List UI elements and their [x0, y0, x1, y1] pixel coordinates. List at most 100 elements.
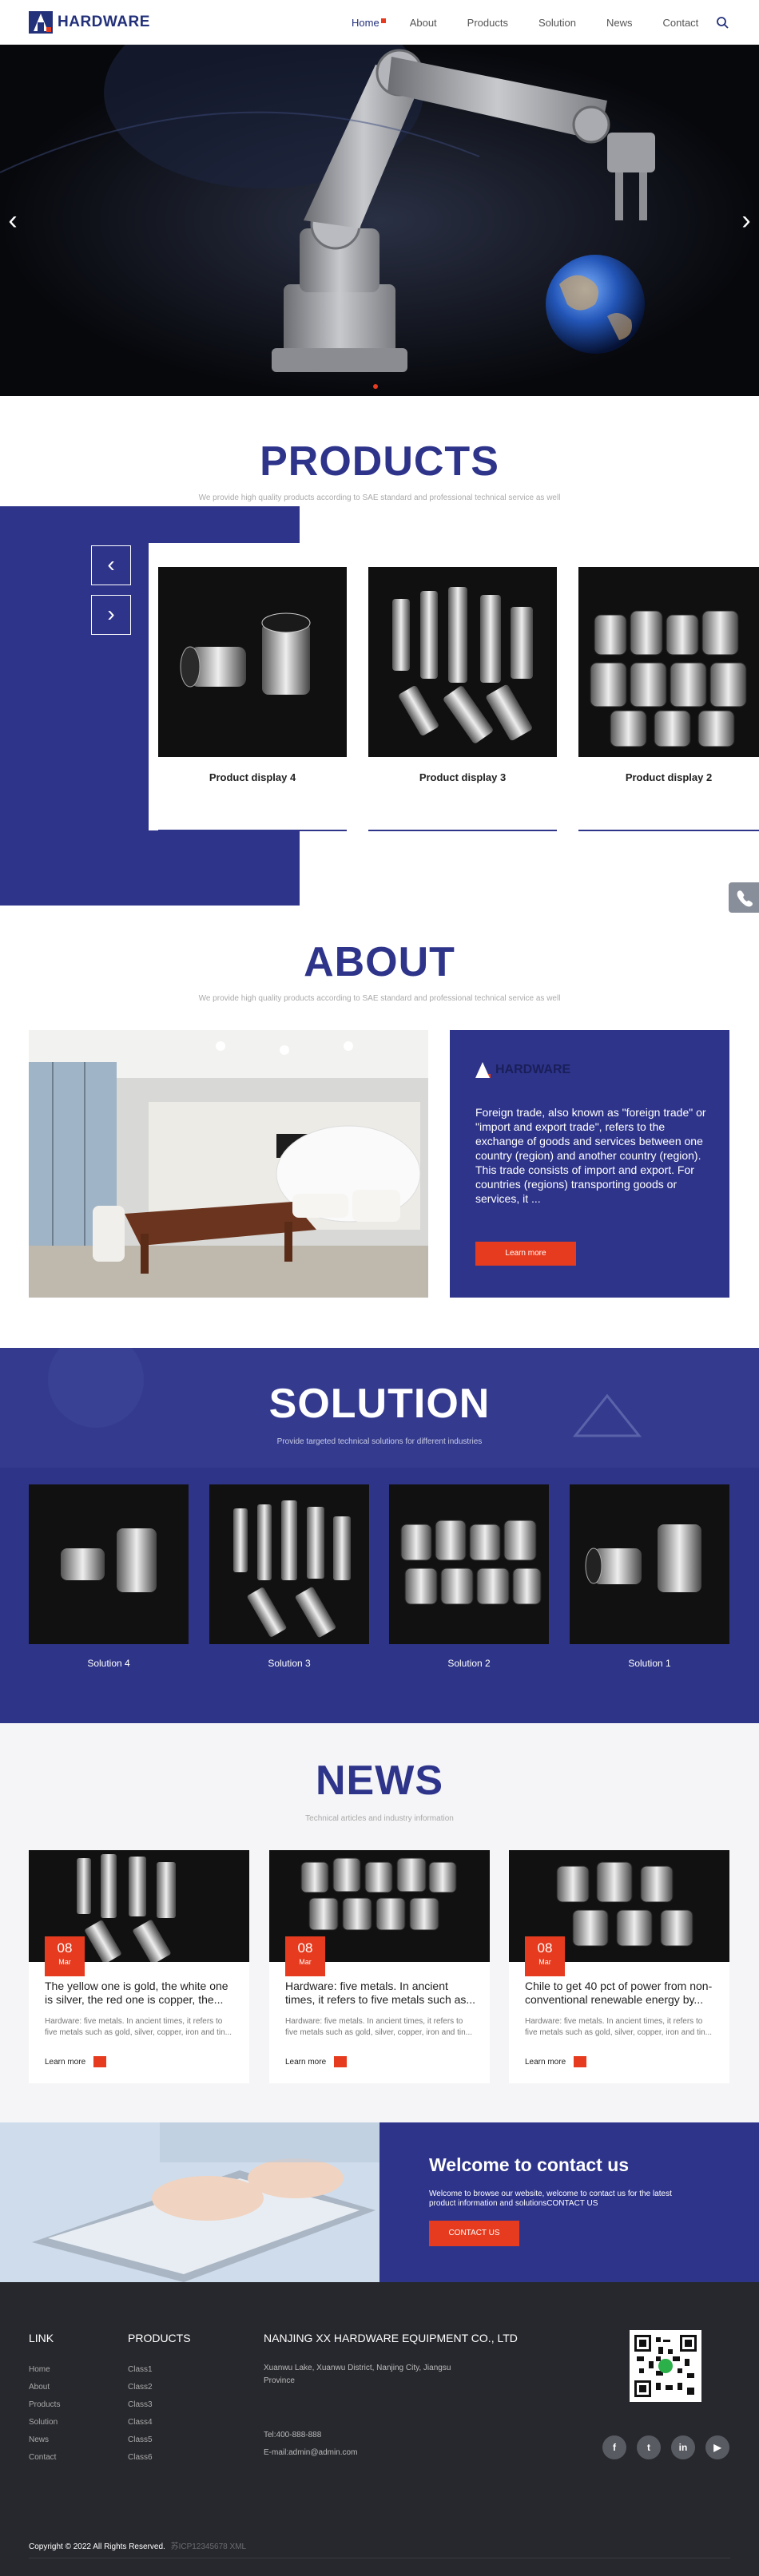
arrow-icon — [93, 2056, 107, 2067]
product-card[interactable]: Product display 4 — [149, 543, 348, 831]
news-card[interactable]: 08 Mar Chile to get 40 pct of power from … — [509, 1850, 729, 2083]
footer-class-link[interactable]: Class5 — [128, 2435, 153, 2444]
footer-link-solution[interactable]: Solution — [29, 2418, 58, 2427]
footer-email: E-mail:admin@admin.com — [264, 2448, 358, 2457]
arrow-icon — [334, 2056, 348, 2067]
solution-image[interactable] — [570, 1484, 729, 1644]
contact-us-button[interactable]: CONTACT US — [429, 2221, 519, 2246]
products-subtitle: We provide high quality products accordi… — [198, 493, 561, 502]
qr-code — [630, 2330, 701, 2402]
news-headline[interactable]: The yellow one is gold, the white one is… — [45, 1980, 236, 2007]
footer-link-about[interactable]: About — [29, 2383, 50, 2392]
solution-subtitle: Provide targeted technical solutions for… — [276, 1437, 483, 1446]
news-headline[interactable]: Chile to get 40 pct of power from non-co… — [525, 1980, 717, 2007]
hero-prev-arrow[interactable]: ‹ — [5, 204, 21, 236]
footer-address: Xuanwu Lake, Xuanwu District, Nanjing Ci… — [264, 2364, 451, 2385]
logo-icon — [475, 1062, 490, 1078]
hero-next-arrow[interactable]: › — [738, 204, 754, 236]
solution-label: Solution 3 — [268, 1658, 311, 1669]
icp-link[interactable]: 苏ICP12345678 XML — [171, 2542, 247, 2551]
nav-solution[interactable]: Solution — [538, 17, 576, 29]
phone-button[interactable] — [729, 882, 759, 913]
news-learn-more[interactable]: Learn more — [285, 2056, 348, 2067]
footer-class-link[interactable]: Class6 — [128, 2453, 153, 2462]
solution-label: Solution 2 — [447, 1658, 491, 1669]
nav-about[interactable]: About — [410, 17, 437, 29]
hero-banner: ‹ › — [0, 45, 759, 396]
news-date-badge: 08 Mar — [285, 1936, 325, 1976]
news-date-badge: 08 Mar — [525, 1936, 565, 1976]
contact-box: Welcome to contact us Welcome to browse … — [380, 2122, 759, 2282]
solution-label: Solution 1 — [628, 1658, 671, 1669]
about-title: ABOUT — [304, 939, 455, 985]
nav-home[interactable]: Home — [352, 17, 386, 29]
news-title: NEWS — [316, 1758, 443, 1804]
linkedin-icon[interactable]: in — [671, 2435, 695, 2459]
footer-class-link[interactable]: Class4 — [128, 2418, 153, 2427]
learn-more-button[interactable]: Learn more — [475, 1242, 576, 1266]
contact-text: Welcome to browse our website, welcome t… — [429, 2190, 672, 2208]
about-description: Foreign trade, also known as "foreign tr… — [475, 1106, 706, 1205]
products-title: PRODUCTS — [260, 438, 499, 485]
logo-icon — [29, 11, 53, 34]
contact-title: Welcome to contact us — [429, 2154, 630, 2175]
footer-link-news[interactable]: News — [29, 2435, 49, 2444]
slider-dot[interactable] — [373, 384, 378, 389]
solution-image[interactable] — [29, 1484, 189, 1644]
news-card[interactable]: 08 Mar Hardware: five metals. In ancient … — [269, 1850, 490, 2083]
footer-products-title: PRODUCTS — [128, 2332, 191, 2344]
news-date-badge: 08 Mar — [45, 1936, 85, 1976]
solution-image[interactable] — [389, 1484, 549, 1644]
facebook-icon[interactable]: f — [602, 2435, 626, 2459]
about-info-box: HARDWARE Foreign trade, also known as "f… — [450, 1030, 729, 1298]
news-headline[interactable]: Hardware: five metals. In ancient times,… — [285, 1980, 477, 2007]
footer-link-title: LINK — [29, 2332, 54, 2344]
nav-news[interactable]: News — [606, 17, 633, 29]
footer-tel: Tel:400-888-888 — [264, 2431, 322, 2439]
news-learn-more[interactable]: Learn more — [45, 2056, 107, 2067]
footer-class-link[interactable]: Class3 — [128, 2400, 153, 2409]
footer-link-contact[interactable]: Contact — [29, 2453, 56, 2462]
news-excerpt: Hardware: five metals. In ancient times,… — [45, 2017, 232, 2037]
site-header: HARDWARE Home About Products Solution Ne… — [0, 0, 759, 45]
site-footer: LINK Home About Products Solution News C… — [0, 2282, 759, 2576]
product-card[interactable]: Product display 3 — [359, 543, 558, 831]
news-learn-more[interactable]: Learn more — [525, 2056, 587, 2067]
about-logo: HARDWARE — [475, 1062, 570, 1078]
solution-image[interactable] — [209, 1484, 369, 1644]
news-excerpt: Hardware: five metals. In ancient times,… — [285, 2017, 473, 2037]
youtube-icon[interactable]: ▶ — [705, 2435, 729, 2459]
product-image — [158, 567, 347, 757]
copyright: Copyright © 2022 All Rights Reserved. 苏I… — [29, 2542, 247, 2551]
product-label: Product display 4 — [209, 771, 296, 783]
footer-link-products[interactable]: Products — [29, 2400, 60, 2409]
product-label: Product display 2 — [625, 771, 713, 783]
news-excerpt: Hardware: five metals. In ancient times,… — [525, 2017, 713, 2037]
product-image — [368, 567, 557, 757]
products-next-button[interactable]: › — [91, 595, 131, 635]
footer-class-link[interactable]: Class2 — [128, 2383, 153, 2392]
main-nav: Home About Products Solution News Contac… — [352, 0, 729, 45]
footer-link-home[interactable]: Home — [29, 2365, 50, 2374]
arrow-icon — [574, 2056, 587, 2067]
hero-robot-arm-image — [0, 45, 759, 396]
search-icon[interactable] — [716, 16, 729, 29]
logo[interactable]: HARDWARE — [29, 11, 150, 34]
laptop-typing-image — [0, 2122, 380, 2282]
solution-title: SOLUTION — [268, 1381, 491, 1427]
logo-text: HARDWARE — [58, 14, 150, 30]
footer-class-link[interactable]: Class1 — [128, 2365, 153, 2374]
office-image — [29, 1030, 428, 1298]
news-subtitle: Technical articles and industry informat… — [305, 1814, 454, 1823]
about-subtitle: We provide high quality products accordi… — [198, 994, 561, 1003]
nav-contact[interactable]: Contact — [662, 17, 698, 29]
nav-products[interactable]: Products — [467, 17, 508, 29]
solution-label: Solution 4 — [87, 1658, 130, 1669]
product-card[interactable]: Product display 2 — [569, 543, 759, 831]
product-label: Product display 3 — [419, 771, 507, 783]
products-prev-button[interactable]: ‹ — [91, 545, 131, 585]
phone-icon — [737, 890, 753, 907]
product-image — [578, 567, 759, 757]
twitter-icon[interactable]: t — [637, 2435, 661, 2459]
news-card[interactable]: 08 Mar The yellow one is gold, the white … — [29, 1850, 249, 2083]
